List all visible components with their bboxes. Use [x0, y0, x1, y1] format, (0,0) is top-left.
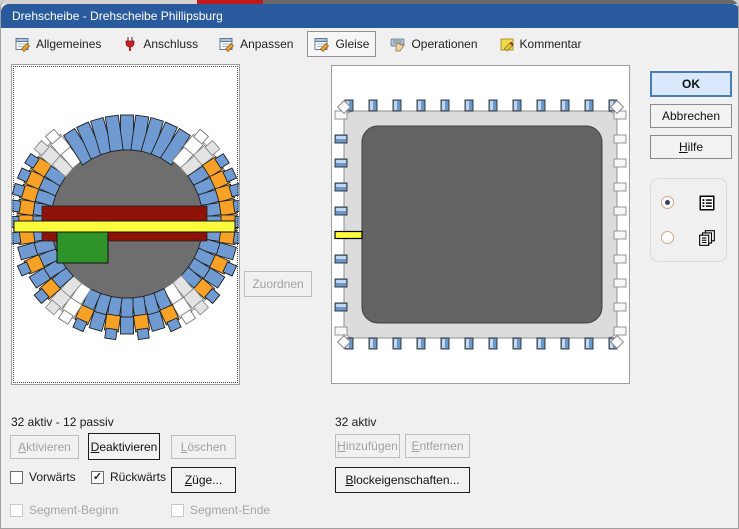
list-view-radio[interactable] [661, 196, 674, 209]
forward-checkbox-box[interactable] [10, 471, 23, 484]
tab-allgemeines[interactable]: Allgemeines [8, 31, 108, 57]
turntable-status-text: 32 aktiv - 12 passiv [11, 415, 114, 429]
tab-kommentar[interactable]: Kommentar [492, 31, 589, 57]
tab-label: Operationen [411, 37, 477, 51]
backward-checkbox[interactable]: Rückwärts [91, 470, 166, 484]
view-mode-stack-row[interactable] [661, 229, 716, 247]
segment-start-checkbox-label: Segment-Beginn [29, 503, 118, 517]
stack-view-icon [698, 229, 716, 247]
tab-label: Allgemeines [36, 37, 101, 51]
segment-end-checkbox[interactable]: Segment-Ende [171, 503, 270, 517]
view-mode-list-row[interactable] [661, 194, 716, 212]
form-icon [15, 36, 31, 52]
assign-button[interactable]: Zuordnen [244, 271, 312, 297]
forward-checkbox-label: Vorwärts [29, 470, 76, 484]
segment-start-checkbox[interactable]: Segment-Beginn [10, 503, 118, 517]
note-icon [499, 36, 515, 52]
block-properties-button[interactable]: Blockeigenschaften... [335, 467, 470, 493]
backward-checkbox-label: Rückwärts [110, 470, 166, 484]
segment-end-checkbox-label: Segment-Ende [190, 503, 270, 517]
plug-icon [122, 36, 138, 52]
activate-button[interactable]: Aktivieren [10, 435, 79, 459]
list-view-icon [698, 194, 716, 212]
segment-start-checkbox-box[interactable] [10, 504, 23, 517]
tab-anpassen[interactable]: Anpassen [212, 31, 300, 57]
block-diagram-graphic [332, 66, 629, 383]
tab-label: Anpassen [240, 37, 293, 51]
turntable-preview-panel[interactable] [11, 64, 240, 385]
delete-button[interactable]: Löschen [171, 435, 236, 459]
hand-icon [390, 36, 406, 52]
view-mode-group [650, 178, 727, 262]
deactivate-button[interactable]: Deaktivieren [88, 433, 160, 460]
add-button[interactable]: Hinzufügen [335, 434, 400, 458]
remove-button[interactable]: Entfernen [405, 434, 470, 458]
tab-label: Kommentar [520, 37, 582, 51]
window-title: Drehscheibe - Drehscheibe Phillipsburg [12, 9, 223, 23]
backward-checkbox-box[interactable] [91, 471, 104, 484]
trains-button[interactable]: Züge... [171, 467, 236, 493]
forward-checkbox[interactable]: Vorwärts [10, 470, 76, 484]
tab-label: Anschluss [143, 37, 198, 51]
stack-view-radio[interactable] [661, 231, 674, 244]
form-icon [314, 36, 330, 52]
tab-label: Gleise [335, 37, 369, 51]
tab-bar: Allgemeines Anschluss Anpassen Gleise Operat… [1, 28, 739, 60]
title-bar[interactable]: Drehscheibe - Drehscheibe Phillipsburg [1, 4, 739, 28]
help-button[interactable]: Hilfe [650, 135, 732, 159]
block-diagram-panel[interactable] [331, 65, 630, 384]
tab-operationen[interactable]: Operationen [383, 31, 484, 57]
dialog-window: Drehscheibe - Drehscheibe Phillipsburg A… [0, 0, 739, 529]
cancel-button[interactable]: Abbrechen [650, 104, 732, 128]
tab-gleise[interactable]: Gleise [307, 31, 376, 57]
form-icon [219, 36, 235, 52]
ok-button[interactable]: OK [650, 71, 732, 97]
turntable-graphic [12, 65, 239, 384]
tab-anschluss[interactable]: Anschluss [115, 31, 205, 57]
block-status-text: 32 aktiv [335, 415, 376, 429]
segment-end-checkbox-box[interactable] [171, 504, 184, 517]
